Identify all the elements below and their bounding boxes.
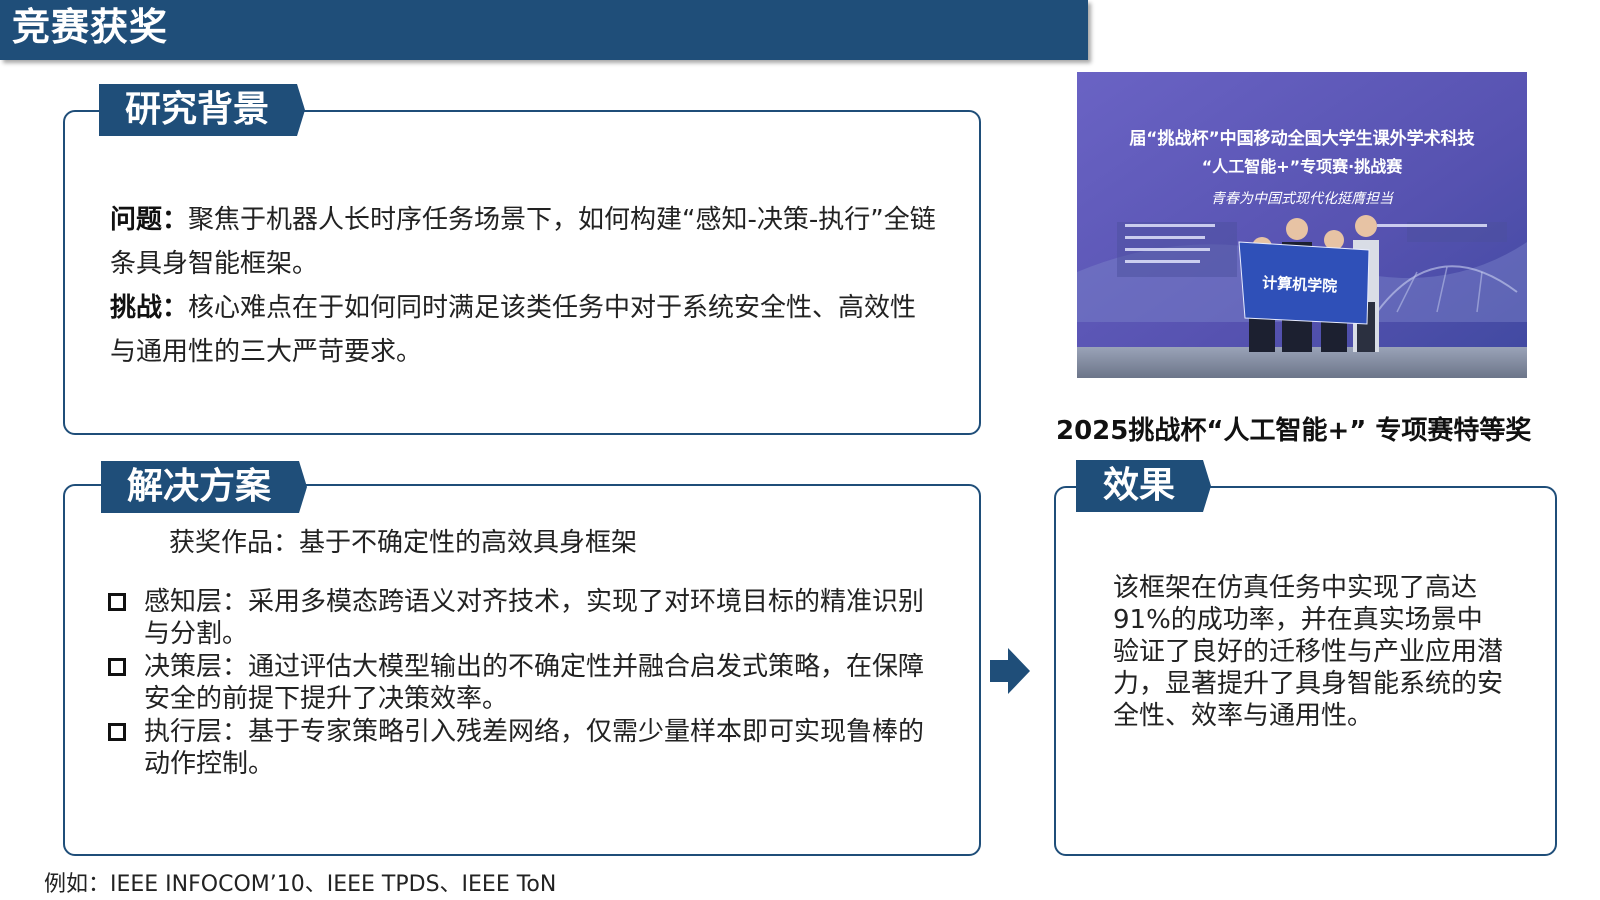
banner-line-1: 届“挑战杯”中国移动全国大学生课外学术科技 — [1129, 128, 1475, 149]
list-item: 决策层：通过评估大模型输出的不确定性并融合启发式策略，在保障安全的前提下提升了决… — [108, 651, 938, 715]
footer-note: 例如：IEEE INFOCOM’10、IEEE TPDS、IEEE ToN — [44, 872, 557, 897]
list-item-text: 决策层：通过评估大模型输出的不确定性并融合启发式策略，在保障安全的前提下提升了决… — [144, 652, 925, 714]
effect-tab: 效果 — [1076, 460, 1212, 512]
problem-label: 问题： — [110, 205, 189, 235]
award-caption: 2025挑战杯“人工智能+” 专项赛特等奖 — [1056, 416, 1532, 446]
solution-list: 感知层：采用多模态跨语义对齐技术，实现了对环境目标的精准识别与分割。 决策层：通… — [108, 586, 938, 781]
square-bullet-icon — [108, 658, 126, 676]
challenge-label: 挑战： — [110, 293, 189, 323]
award-photo: 计算机学院 届“挑战杯”中国移动全国大学生课外学术科技 “人工智能+”专项赛·挑… — [1077, 72, 1527, 378]
banner-line-2: “人工智能+”专项赛·挑战赛 — [1202, 157, 1404, 176]
title-bar: 竞赛获奖 — [0, 0, 1088, 60]
arrow-right-icon — [990, 648, 1030, 694]
background-tab: 研究背景 — [99, 84, 306, 136]
challenge-paragraph: 挑战：核心难点在于如何同时满足该类任务中对于系统安全性、高效性与通用性的三大严苛… — [110, 286, 940, 374]
background-text: 问题：聚焦于机器人长时序任务场景下，如何构建“感知-决策-执行”全链条具身智能框… — [110, 198, 940, 374]
problem-paragraph: 问题：聚焦于机器人长时序任务场景下，如何构建“感知-决策-执行”全链条具身智能框… — [110, 198, 940, 286]
list-item-text: 执行层：基于专家策略引入残差网络，仅需少量样本即可实现鲁棒的动作控制。 — [144, 717, 925, 779]
banner-line-3: 青春为中国式现代化挺膺担当 — [1211, 191, 1395, 207]
effect-text: 该框架在仿真任务中实现了高达91%的成功率，并在真实场景中验证了良好的迁移性与产… — [1113, 573, 1504, 731]
square-bullet-icon — [108, 723, 126, 741]
problem-text: 聚焦于机器人长时序任务场景下，如何构建“感知-决策-执行”全链条具身智能框架。 — [110, 205, 936, 279]
solution-tab: 解决方案 — [101, 461, 308, 513]
list-item: 感知层：采用多模态跨语义对齐技术，实现了对环境目标的精准识别与分割。 — [108, 586, 938, 650]
square-bullet-icon — [108, 593, 126, 611]
list-item-text: 感知层：采用多模态跨语义对齐技术，实现了对环境目标的精准识别与分割。 — [144, 587, 925, 649]
award-work-title: 获奖作品：基于不确定性的高效具身框架 — [169, 528, 638, 558]
list-item: 执行层：基于专家策略引入残差网络，仅需少量样本即可实现鲁棒的动作控制。 — [108, 716, 938, 780]
page-title: 竞赛获奖 — [12, 5, 169, 49]
challenge-text: 核心难点在于如何同时满足该类任务中对于系统安全性、高效性与通用性的三大严苛要求。 — [110, 293, 917, 367]
